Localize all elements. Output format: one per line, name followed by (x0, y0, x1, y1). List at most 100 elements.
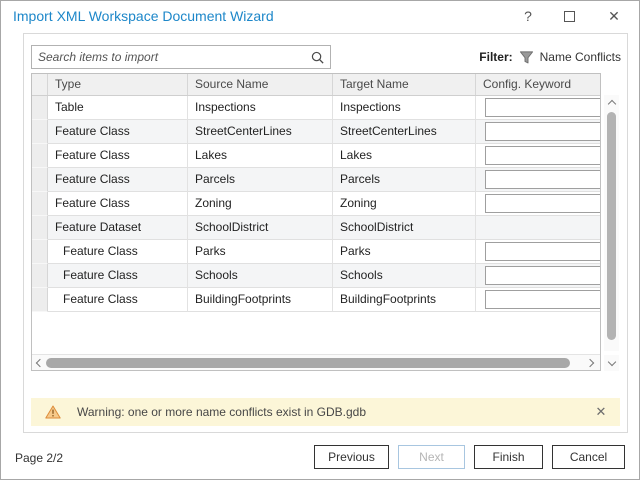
cell-config-keyword (476, 216, 600, 240)
cell-source-name: Zoning (188, 192, 333, 216)
config-keyword-input[interactable] (485, 98, 600, 117)
table-row[interactable]: Feature ClassParksParks (32, 240, 600, 264)
search-input[interactable] (38, 46, 302, 68)
config-keyword-input[interactable] (485, 146, 600, 165)
row-selector[interactable] (32, 120, 48, 144)
row-selector[interactable] (32, 264, 48, 288)
cell-config-keyword (476, 144, 600, 168)
cell-type: Feature Class (48, 240, 188, 264)
filter-value: Name Conflicts (540, 50, 621, 64)
previous-button[interactable]: Previous (314, 445, 389, 469)
header-selector (32, 74, 48, 95)
cell-type: Table (48, 96, 188, 120)
items-table: Type Source Name Target Name Config. Key… (31, 73, 601, 371)
horizontal-scrollbar[interactable] (32, 354, 600, 370)
cell-config-keyword (476, 240, 600, 264)
import-xml-wizard-dialog: Import XML Workspace Document Wizard ? ✕… (0, 0, 640, 480)
maximize-button[interactable] (552, 1, 586, 31)
cell-source-name: SchoolDistrict (188, 216, 333, 240)
table-row[interactable]: Feature ClassZoningZoning (32, 192, 600, 216)
cell-config-keyword (476, 96, 600, 120)
filter-funnel-icon (519, 50, 534, 65)
row-selector[interactable] (32, 144, 48, 168)
close-button[interactable]: ✕ (597, 1, 631, 31)
cell-config-keyword (476, 264, 600, 288)
config-keyword-input[interactable] (485, 266, 600, 285)
scroll-down-arrow[interactable] (604, 355, 619, 371)
chevron-right-icon (586, 359, 594, 367)
config-keyword-input[interactable] (485, 170, 600, 189)
warning-text: Warning: one or more name conflicts exis… (77, 405, 592, 419)
cell-source-name: Schools (188, 264, 333, 288)
scroll-right-arrow[interactable] (584, 355, 598, 371)
cell-target-name: StreetCenterLines (333, 120, 476, 144)
cell-source-name: StreetCenterLines (188, 120, 333, 144)
footer-buttons: Previous Next Finish Cancel (314, 445, 625, 469)
warning-close-button[interactable]: ✕ (592, 404, 610, 420)
config-keyword-input[interactable] (485, 122, 600, 141)
header-source-name: Source Name (188, 74, 333, 95)
vertical-scrollbar[interactable] (604, 95, 619, 351)
table-body: TableInspectionsInspectionsFeature Class… (32, 96, 600, 354)
cell-source-name: Parks (188, 240, 333, 264)
config-keyword-input[interactable] (485, 290, 600, 309)
table-row[interactable]: TableInspectionsInspections (32, 96, 600, 120)
cell-target-name: Lakes (333, 144, 476, 168)
cell-target-name: Parks (333, 240, 476, 264)
cell-type: Feature Class (48, 288, 188, 312)
scroll-up-arrow[interactable] (604, 95, 619, 109)
cell-source-name: Inspections (188, 96, 333, 120)
cell-type: Feature Class (48, 168, 188, 192)
help-button[interactable]: ? (511, 1, 545, 31)
cell-config-keyword (476, 120, 600, 144)
cell-config-keyword (476, 192, 600, 216)
warning-icon (45, 405, 61, 419)
cell-source-name: Lakes (188, 144, 333, 168)
filter-label: Filter: (479, 50, 512, 64)
content-panel: Filter: Name Conflicts Type Source Name … (23, 33, 628, 433)
header-target-name: Target Name (333, 74, 476, 95)
table-row[interactable]: Feature ClassBuildingFootprintsBuildingF… (32, 288, 600, 312)
dialog-title: Import XML Workspace Document Wizard (13, 8, 274, 24)
search-icon (310, 50, 325, 65)
warning-bar: Warning: one or more name conflicts exis… (31, 398, 620, 426)
row-selector[interactable] (32, 288, 48, 312)
row-selector[interactable] (32, 192, 48, 216)
table-row[interactable]: Feature ClassSchoolsSchools (32, 264, 600, 288)
cancel-button[interactable]: Cancel (552, 445, 625, 469)
cell-config-keyword (476, 168, 600, 192)
table-row[interactable]: Feature DatasetSchoolDistrictSchoolDistr… (32, 216, 600, 240)
cell-type: Feature Class (48, 192, 188, 216)
scroll-left-arrow[interactable] (32, 355, 46, 371)
cell-config-keyword (476, 288, 600, 312)
cell-target-name: Inspections (333, 96, 476, 120)
next-button[interactable]: Next (398, 445, 465, 469)
horizontal-scroll-thumb[interactable] (46, 358, 570, 368)
config-keyword-input[interactable] (485, 242, 600, 261)
table-row[interactable]: Feature ClassParcelsParcels (32, 168, 600, 192)
vertical-scroll-thumb[interactable] (607, 112, 616, 340)
page-indicator: Page 2/2 (15, 451, 63, 465)
chevron-up-icon (607, 99, 615, 107)
help-icon: ? (524, 8, 532, 24)
table-header: Type Source Name Target Name Config. Key… (32, 74, 600, 96)
row-selector[interactable] (32, 96, 48, 120)
cell-type: Feature Class (48, 264, 188, 288)
table-row[interactable]: Feature ClassStreetCenterLinesStreetCent… (32, 120, 600, 144)
cell-target-name: Parcels (333, 168, 476, 192)
cell-source-name: BuildingFootprints (188, 288, 333, 312)
finish-button[interactable]: Finish (474, 445, 543, 469)
config-keyword-input[interactable] (485, 194, 600, 213)
table-row[interactable]: Feature ClassLakesLakes (32, 144, 600, 168)
cell-type: Feature Class (48, 144, 188, 168)
header-type: Type (48, 74, 188, 95)
row-selector[interactable] (32, 240, 48, 264)
filter-control[interactable]: Filter: Name Conflicts (479, 48, 621, 66)
maximize-icon (564, 11, 575, 22)
cell-source-name: Parcels (188, 168, 333, 192)
row-selector[interactable] (32, 168, 48, 192)
search-box (31, 45, 331, 69)
cell-type: Feature Class (48, 120, 188, 144)
row-selector[interactable] (32, 216, 48, 240)
header-config-keyword: Config. Keyword (476, 74, 600, 95)
